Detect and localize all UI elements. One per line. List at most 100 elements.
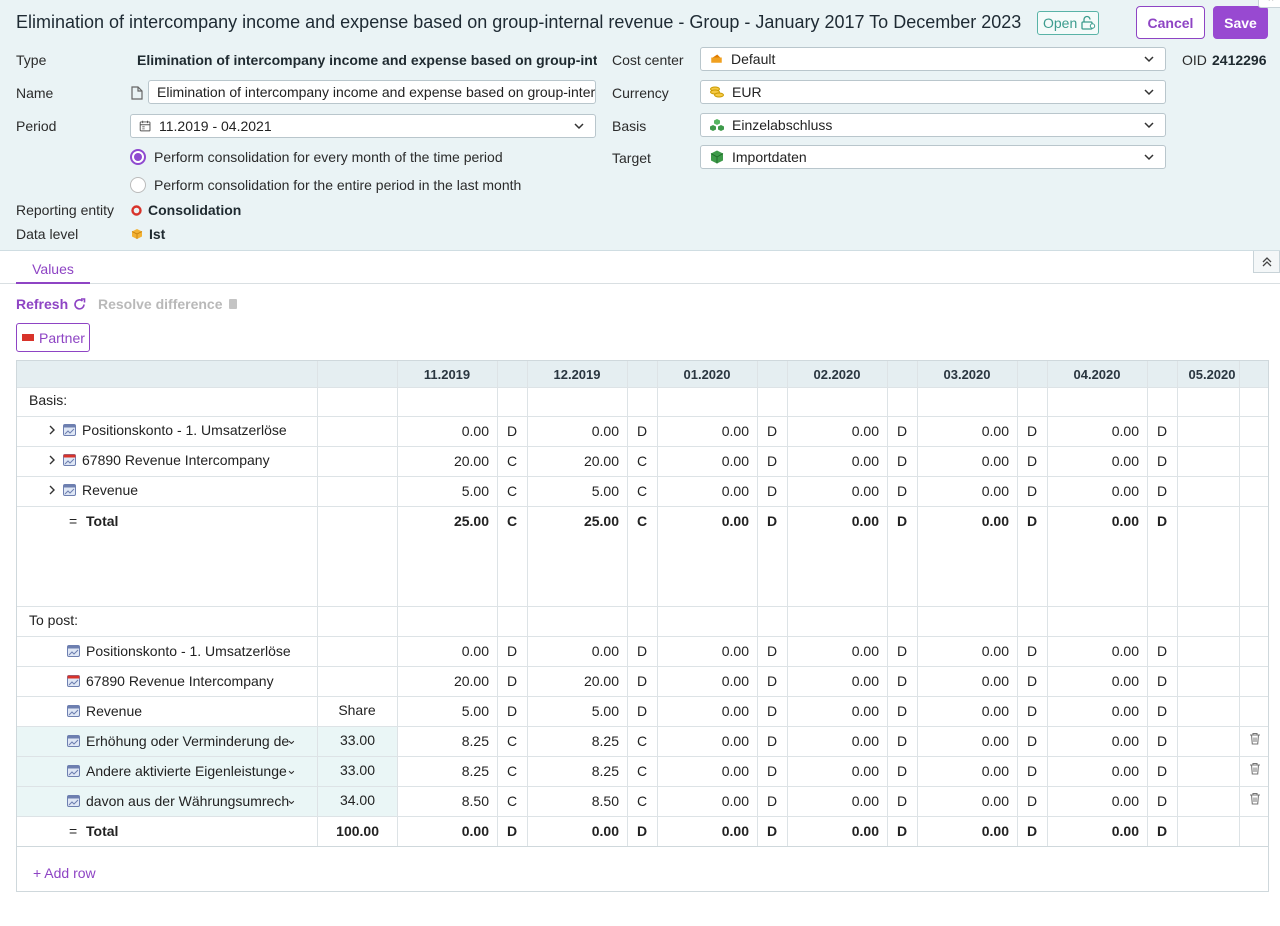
- topost-account-select[interactable]: davon aus der Währungsumrech: [67, 793, 299, 809]
- basis-row-account[interactable]: Revenue: [47, 482, 315, 498]
- amount-cell: 0.00: [981, 513, 1009, 529]
- debit-credit-cell: D: [506, 823, 518, 839]
- chevron-down-icon: [574, 123, 584, 130]
- amount-cell: 5.00: [591, 483, 619, 499]
- debit-credit-cell: D: [1156, 703, 1168, 719]
- amount-cell: 5.00: [461, 483, 489, 499]
- account-icon: [67, 705, 80, 717]
- debit-credit-cell: C: [506, 453, 518, 469]
- total-equals-sign: =: [69, 823, 78, 839]
- grid-row-divider: [17, 786, 1268, 787]
- resolve-difference-button[interactable]: Resolve difference: [98, 296, 238, 312]
- account-name: Revenue: [82, 482, 139, 498]
- tab-values[interactable]: Values: [16, 261, 90, 284]
- amount-cell: 0.00: [981, 643, 1009, 659]
- radio-every-month[interactable]: Perform consolidation for every month of…: [130, 149, 503, 165]
- share-input[interactable]: 33.00: [317, 732, 375, 748]
- amount-cell: 0.00: [1111, 733, 1139, 749]
- amount-cell: 8.50: [461, 793, 489, 809]
- topost-account-select[interactable]: Andere aktivierte Eigenleistunge: [67, 763, 299, 779]
- collapse-header-button[interactable]: [1253, 251, 1280, 273]
- debit-credit-cell: D: [896, 763, 908, 779]
- amount-cell: 8.50: [591, 793, 619, 809]
- name-field[interactable]: Elimination of intercompany income and e…: [148, 80, 596, 104]
- debit-credit-cell: D: [766, 483, 778, 499]
- amount-cell: 20.00: [453, 453, 489, 469]
- amount-cell: 25.00: [583, 513, 619, 529]
- topost-total-label: Total: [86, 823, 119, 839]
- basis-label: Basis: [612, 118, 647, 134]
- topost-row-account: 67890 Revenue Intercompany: [67, 673, 315, 689]
- debit-credit-cell: D: [1156, 733, 1168, 749]
- amount-cell: 0.00: [1111, 483, 1139, 499]
- grid-row-divider: [17, 696, 1268, 697]
- debit-credit-cell: D: [1156, 793, 1168, 809]
- debit-credit-cell: D: [1156, 423, 1168, 439]
- target-select[interactable]: Importdaten: [700, 145, 1166, 169]
- amount-cell: 0.00: [721, 483, 749, 499]
- radio-entire-period-label: Perform consolidation for the entire per…: [154, 177, 522, 193]
- amount-cell: 0.00: [1111, 763, 1139, 779]
- calendar-icon: [139, 120, 151, 132]
- partner-filter-button[interactable]: Partner: [16, 323, 90, 352]
- debit-credit-cell: C: [636, 763, 648, 779]
- trash-icon[interactable]: [1249, 792, 1261, 805]
- refresh-label: Refresh: [16, 296, 69, 312]
- unlock-icon: [1081, 15, 1096, 30]
- chevron-right-icon[interactable]: [47, 455, 57, 465]
- period-select[interactable]: 11.2019 - 04.2021: [130, 114, 596, 138]
- chevron-right-icon[interactable]: [47, 485, 57, 495]
- radio-every-month-button[interactable]: [130, 149, 146, 165]
- window-corner-button[interactable]: ^: [1258, 0, 1280, 8]
- amount-cell: 0.00: [1111, 513, 1139, 529]
- period-label: Period: [16, 118, 57, 134]
- debit-credit-cell: D: [766, 673, 778, 689]
- period-header: 04.2020: [1073, 367, 1121, 382]
- chevron-down-icon[interactable]: ⌄: [286, 732, 297, 748]
- currency-select[interactable]: EUR: [700, 80, 1166, 104]
- debit-credit-cell: D: [1156, 483, 1168, 499]
- grid-col-divider: [1177, 361, 1178, 846]
- debit-credit-cell: D: [766, 763, 778, 779]
- radio-entire-period-button[interactable]: [130, 177, 146, 193]
- topost-account-select[interactable]: Erhöhung oder Verminderung de: [67, 733, 299, 749]
- share-input[interactable]: 34.00: [317, 792, 375, 808]
- basis-select[interactable]: Einzelabschluss: [700, 113, 1166, 137]
- save-button[interactable]: Save: [1213, 6, 1268, 39]
- refresh-icon: [74, 297, 86, 310]
- cost-center-select[interactable]: Default: [700, 47, 1166, 71]
- amount-cell: 0.00: [461, 823, 489, 839]
- trash-icon[interactable]: [1249, 732, 1261, 745]
- double-chevron-up-icon: [1262, 256, 1271, 266]
- debit-credit-cell: D: [1156, 513, 1168, 529]
- debit-credit-cell: D: [896, 673, 908, 689]
- amount-cell: 25.00: [453, 513, 489, 529]
- cancel-button[interactable]: Cancel: [1136, 6, 1205, 39]
- amount-cell: 0.00: [721, 643, 749, 659]
- add-row-button[interactable]: + Add row: [33, 865, 96, 881]
- chevron-down-icon[interactable]: ⌄: [286, 792, 297, 808]
- debit-credit-cell: D: [896, 733, 908, 749]
- currency-label: Currency: [612, 85, 669, 101]
- trash-icon[interactable]: [1249, 762, 1261, 775]
- basis-row-account[interactable]: Positionskonto - 1. Umsatzerlöse: [47, 422, 315, 438]
- refresh-button[interactable]: Refresh: [16, 296, 86, 312]
- amount-cell: 0.00: [721, 763, 749, 779]
- account-icon: [67, 735, 80, 747]
- chevron-down-icon[interactable]: ⌄: [286, 762, 297, 778]
- amount-cell: 0.00: [851, 703, 879, 719]
- debit-credit-cell: C: [506, 483, 518, 499]
- status-badge: Open: [1037, 11, 1099, 35]
- debit-credit-cell: D: [1026, 733, 1038, 749]
- target-label: Target: [612, 150, 651, 166]
- period-header: 01.2020: [683, 367, 731, 382]
- grid-row-divider: [17, 816, 1268, 817]
- amount-cell: 0.00: [981, 823, 1009, 839]
- share-input[interactable]: 33.00: [317, 762, 375, 778]
- debit-credit-cell: D: [506, 673, 518, 689]
- radio-entire-period[interactable]: Perform consolidation for the entire per…: [130, 177, 521, 193]
- chevron-right-icon[interactable]: [47, 425, 57, 435]
- period-header: 12.2019: [553, 367, 601, 382]
- basis-row-account[interactable]: 67890 Revenue Intercompany: [47, 452, 315, 468]
- debit-credit-cell: D: [766, 453, 778, 469]
